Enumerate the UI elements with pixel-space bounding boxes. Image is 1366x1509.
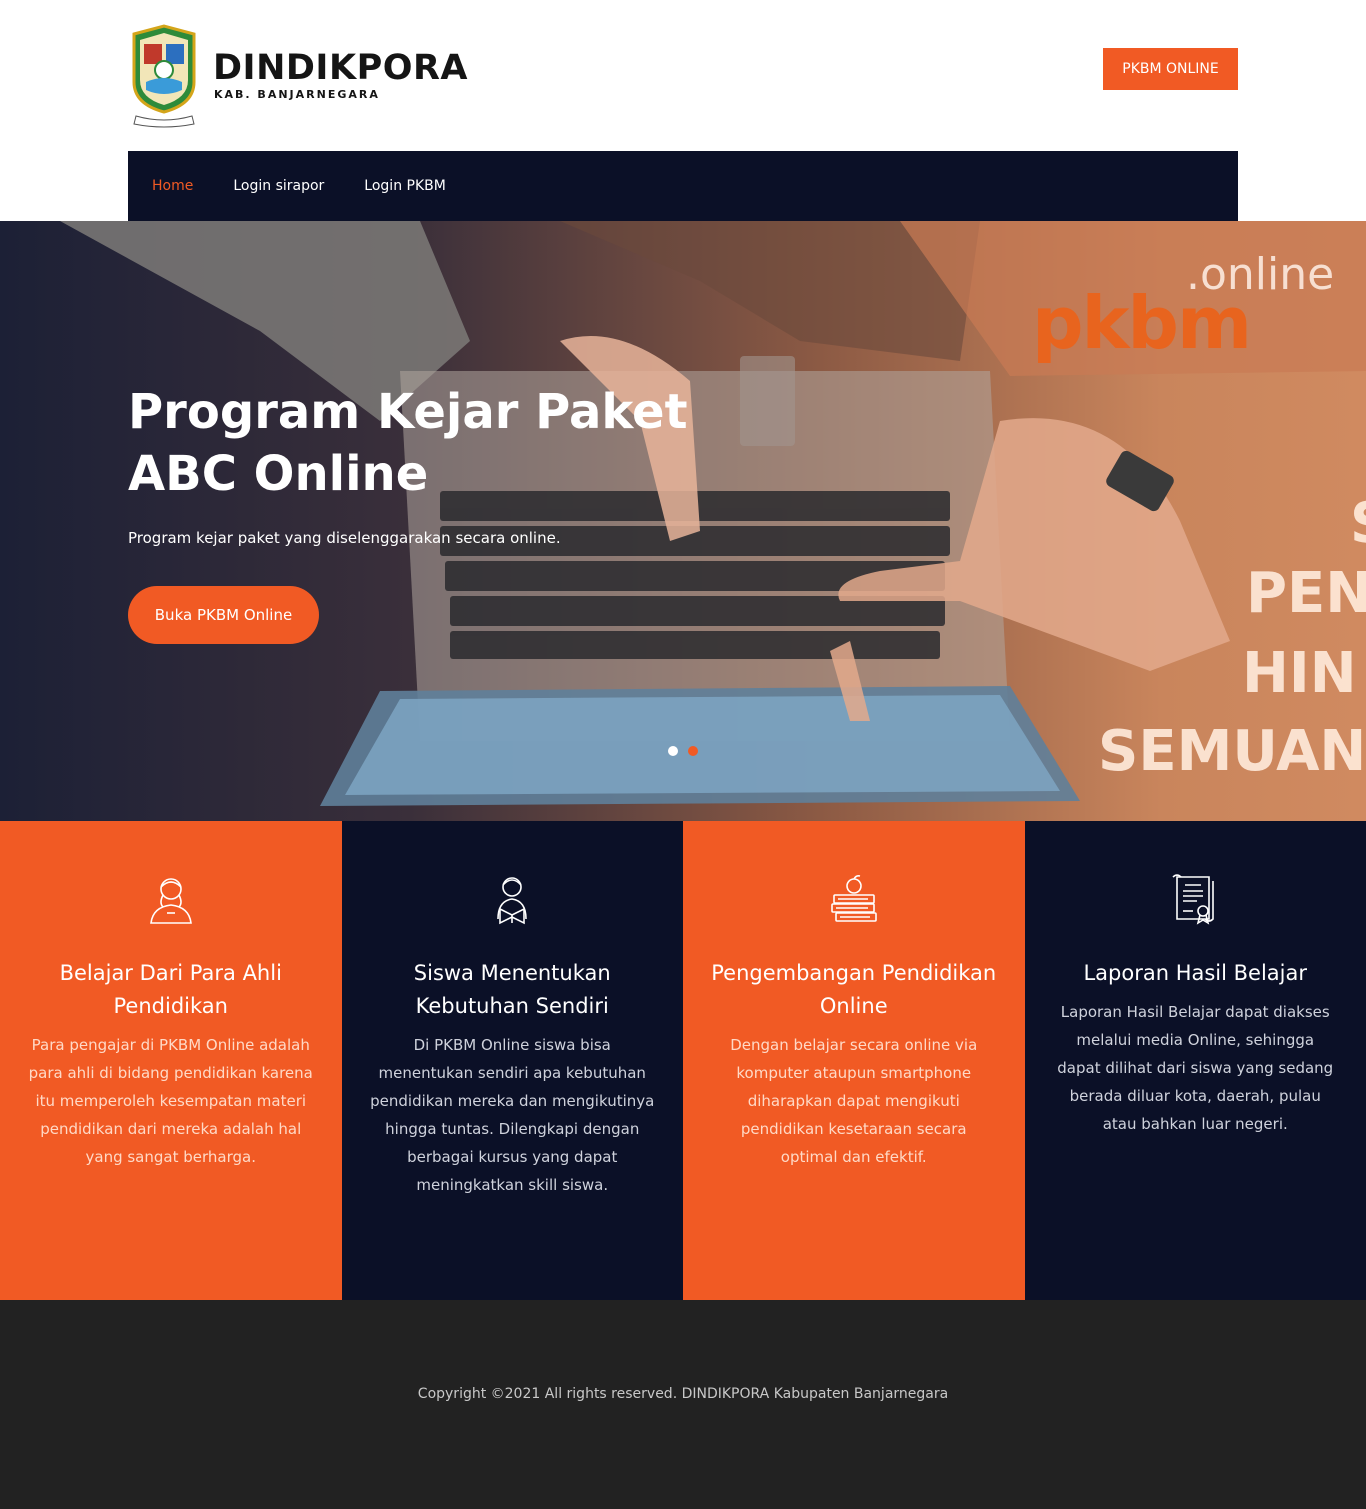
hero-slider: .online pkbm S PEN HIN SEMUAN Program Ke… <box>0 221 1366 821</box>
hero-subtitle: Program kejar paket yang diselenggarakan… <box>128 529 561 547</box>
pkbm-online-button[interactable]: PKBM ONLINE <box>1103 48 1238 90</box>
brand-title: DINDIKPORA <box>213 48 469 88</box>
slider-dot-1[interactable] <box>668 746 678 756</box>
feature-text: Laporan Hasil Belajar dapat diakses mela… <box>1057 1003 1334 1133</box>
feature-card-learning-report: Laporan Hasil Belajar Laporan Hasil Bela… <box>1024 821 1366 1300</box>
feature-card-online-development: Pengembangan Pendidikan Online Dengan be… <box>683 821 1025 1300</box>
brand-subtitle: KAB. BANJARNEGARA <box>214 88 380 101</box>
hero-image-text-line3: HIN <box>1242 641 1357 706</box>
feature-card-student-needs: Siswa Menentukan Kebutuhan Sendiri Di PK… <box>341 821 683 1300</box>
feature-title: Pengembangan Pendidikan Online <box>711 961 997 1018</box>
feature-card-experts: Belajar Dari Para Ahli Pendidikan Para p… <box>0 821 342 1300</box>
feature-text: Para pengajar di PKBM Online adalah para… <box>28 1036 313 1166</box>
open-pkbm-online-button[interactable]: Buka PKBM Online <box>128 586 319 644</box>
teacher-icon <box>149 878 192 924</box>
nav-item-home[interactable]: Home <box>152 178 193 194</box>
site-footer: Copyright ©2021 All rights reserved. DIN… <box>0 1300 1366 1509</box>
feature-title: Belajar Dari Para Ahli Pendidikan <box>59 961 282 1018</box>
student-reading-icon <box>497 877 528 925</box>
feature-title: Laporan Hasil Belajar <box>1083 961 1308 985</box>
hero-image-text-line1: S <box>1350 491 1366 556</box>
slider-dots <box>668 746 698 756</box>
books-apple-icon <box>830 875 877 922</box>
site-header: DINDIKPORA KAB. BANJARNEGARA PKBM ONLINE <box>0 0 1366 151</box>
main-nav: Home Login sirapor Login PKBM <box>128 151 1238 221</box>
feature-text: Dengan belajar secara online via kompute… <box>730 1036 978 1166</box>
regency-emblem-logo[interactable] <box>128 24 200 128</box>
hero-title: Program Kejar Paket ABC Online <box>128 384 688 502</box>
hero-image-text-line4: SEMUAN <box>1098 719 1366 784</box>
hero-image-text-line2: PEN <box>1246 561 1366 626</box>
hero-image-text-pkbm: pkbm <box>1032 281 1252 365</box>
nav-item-login-sirapor[interactable]: Login sirapor <box>233 178 324 194</box>
feature-title: Siswa Menentukan Kebutuhan Sendiri <box>413 961 611 1018</box>
nav-item-login-pkbm[interactable]: Login PKBM <box>364 178 446 194</box>
certificate-icon <box>1172 874 1215 925</box>
feature-text: Di PKBM Online siswa bisa menentukan sen… <box>370 1036 655 1194</box>
slider-dot-2[interactable] <box>688 746 698 756</box>
features-section: Belajar Dari Para Ahli Pendidikan Para p… <box>0 821 1366 1300</box>
copyright-text: Copyright ©2021 All rights reserved. DIN… <box>417 1386 949 1402</box>
